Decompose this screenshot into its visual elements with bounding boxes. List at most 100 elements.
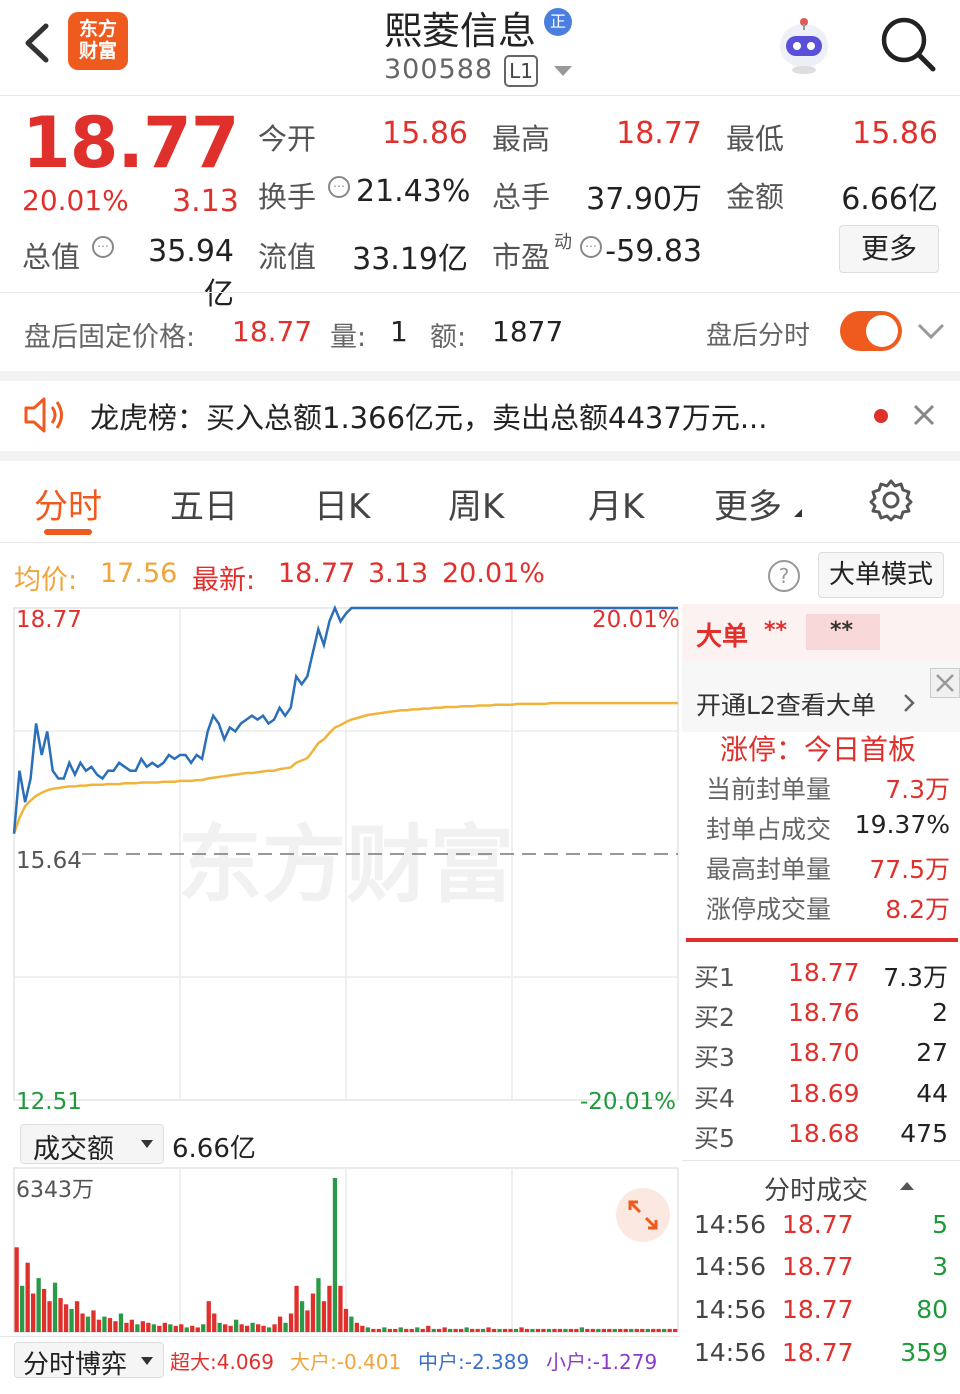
divider xyxy=(682,1160,960,1161)
volume-bar xyxy=(113,1321,118,1332)
volume-bar xyxy=(426,1325,431,1332)
volume-bar xyxy=(20,1285,25,1332)
volume-bar xyxy=(168,1324,173,1332)
volume-bar xyxy=(58,1298,63,1332)
divider xyxy=(0,371,960,381)
help-icon[interactable]: ? xyxy=(768,560,800,592)
settings-gear-icon[interactable] xyxy=(868,477,914,523)
chevron-down-icon[interactable] xyxy=(916,321,946,341)
masked-value: ** xyxy=(764,618,788,643)
chevron-up-icon[interactable] xyxy=(900,1182,914,1190)
volume-bar xyxy=(102,1316,107,1332)
volume-bar xyxy=(552,1328,557,1332)
chevron-down-icon[interactable] xyxy=(554,66,572,76)
tab-timeshare[interactable]: 分时 xyxy=(34,479,102,528)
volume-bar xyxy=(612,1328,617,1332)
volume-bar xyxy=(382,1327,387,1332)
order-book-row: 买3 18.70 27 xyxy=(694,1038,948,1072)
volume-bar xyxy=(36,1278,41,1332)
tab-more[interactable]: 更多 xyxy=(714,479,782,528)
panel-divider xyxy=(686,938,958,942)
back-arrow-icon[interactable] xyxy=(18,18,58,68)
after-hours-toggle[interactable] xyxy=(840,311,902,351)
volume-bar xyxy=(667,1328,672,1332)
tick-row: 14:56 18.77 80 xyxy=(694,1295,948,1324)
tab-week-k[interactable]: 周K xyxy=(448,479,504,528)
volume-bar xyxy=(129,1319,134,1332)
tab-month-k[interactable]: 月K xyxy=(588,479,644,528)
volume-bar xyxy=(250,1322,255,1332)
avg-label: 均价: xyxy=(14,565,78,596)
close-icon[interactable] xyxy=(912,403,936,427)
large-flow: 大户:-0.401 xyxy=(290,1350,402,1374)
l2-promo-text: 开通L2查看大单 xyxy=(696,691,876,720)
robot-assistant-icon[interactable] xyxy=(772,12,836,76)
volume-bar xyxy=(162,1322,167,1332)
latest-value: 18.77 xyxy=(278,558,356,589)
volume-bar xyxy=(74,1301,80,1332)
ticks-label[interactable]: 分时成交 xyxy=(764,1170,868,1207)
limit-vol-value: 8.2万 xyxy=(885,895,950,924)
after-hours-price: 18.77 xyxy=(232,315,313,348)
level-badge[interactable]: L1 xyxy=(504,55,538,87)
capital-flow-bar: 分时博弈 超大:4.069 大户:-0.401 中户:-2.389 小户:-1.… xyxy=(0,1336,680,1380)
super-large-flow: 超大:4.069 xyxy=(170,1350,274,1374)
volume-bar xyxy=(206,1301,211,1332)
seal-value: 7.3万 xyxy=(885,775,950,804)
info-icon[interactable]: ⋯ xyxy=(92,236,114,258)
latest-change: 3.13 xyxy=(368,558,429,589)
volume-total: 6.66亿 xyxy=(172,1134,256,1164)
volume-bar xyxy=(283,1322,288,1332)
volume-indicator-selector[interactable]: 成交额 xyxy=(20,1124,164,1165)
limit-vol-label: 涨停成交量 xyxy=(706,895,832,924)
mktcap-label: 总值 xyxy=(22,240,81,274)
more-button[interactable]: 更多 xyxy=(839,225,939,273)
volume-bar xyxy=(398,1327,403,1332)
chevron-right-icon xyxy=(904,694,915,712)
search-icon[interactable] xyxy=(878,14,938,74)
divider xyxy=(0,451,960,461)
y-axis-top-label: 18.77 xyxy=(16,607,82,633)
volume-bar xyxy=(31,1293,36,1332)
volume-bar xyxy=(272,1324,277,1332)
volume-bar xyxy=(596,1328,601,1332)
limit-up-label: 涨停：今日首板 xyxy=(720,733,917,766)
close-icon[interactable] xyxy=(930,668,960,698)
volume-bar xyxy=(217,1322,222,1332)
big-order-label: 大单 xyxy=(696,622,749,652)
volume-bar xyxy=(288,1313,294,1332)
float-cap-label: 流值 xyxy=(258,240,317,274)
timeshare-chart[interactable]: 东方财富 xyxy=(0,604,682,1120)
volume-bar xyxy=(310,1293,316,1332)
info-icon[interactable]: ⋯ xyxy=(580,236,602,258)
capital-flow-selector[interactable]: 分时博弈 xyxy=(14,1342,164,1380)
low-label: 最低 xyxy=(726,122,785,156)
tick-row: 14:56 18.77 5 xyxy=(694,1210,948,1239)
pe-superscript: 动 xyxy=(554,232,572,253)
after-hours-amt: 1877 xyxy=(492,315,564,348)
volume-chart[interactable] xyxy=(0,1166,682,1336)
volume-selector-label: 成交额 xyxy=(33,1134,114,1165)
volume-bar xyxy=(245,1325,250,1332)
info-icon[interactable]: ⋯ xyxy=(328,176,350,198)
l2-promo[interactable]: 开通L2查看大单 xyxy=(682,660,960,732)
change-percent: 20.01% xyxy=(22,184,129,217)
float-cap-value: 33.19亿 xyxy=(352,242,468,277)
volume-bar xyxy=(470,1328,475,1332)
volume-bar xyxy=(195,1327,200,1332)
volume-bar xyxy=(437,1328,442,1332)
tab-five-day[interactable]: 五日 xyxy=(170,479,238,528)
tab-day-k[interactable]: 日K xyxy=(314,479,370,528)
low-value: 15.86 xyxy=(852,116,938,151)
after-hours-timeshare-link[interactable]: 盘后分时 xyxy=(706,315,810,352)
dragon-tiger-notice[interactable]: 龙虎榜：买入总额1.366亿元，卖出总额4437万元... xyxy=(0,381,960,451)
volume-bar xyxy=(409,1328,414,1332)
volume-bar xyxy=(563,1328,568,1332)
volume-bar xyxy=(118,1313,124,1332)
after-hours-vol: 1 xyxy=(390,315,408,348)
stock-name: 熙菱信息 xyxy=(384,9,537,53)
change-amount: 3.13 xyxy=(172,184,239,219)
expand-icon[interactable] xyxy=(616,1188,670,1242)
big-order-mode-button[interactable]: 大单模式 xyxy=(818,552,944,598)
volume-bar xyxy=(332,1178,338,1332)
